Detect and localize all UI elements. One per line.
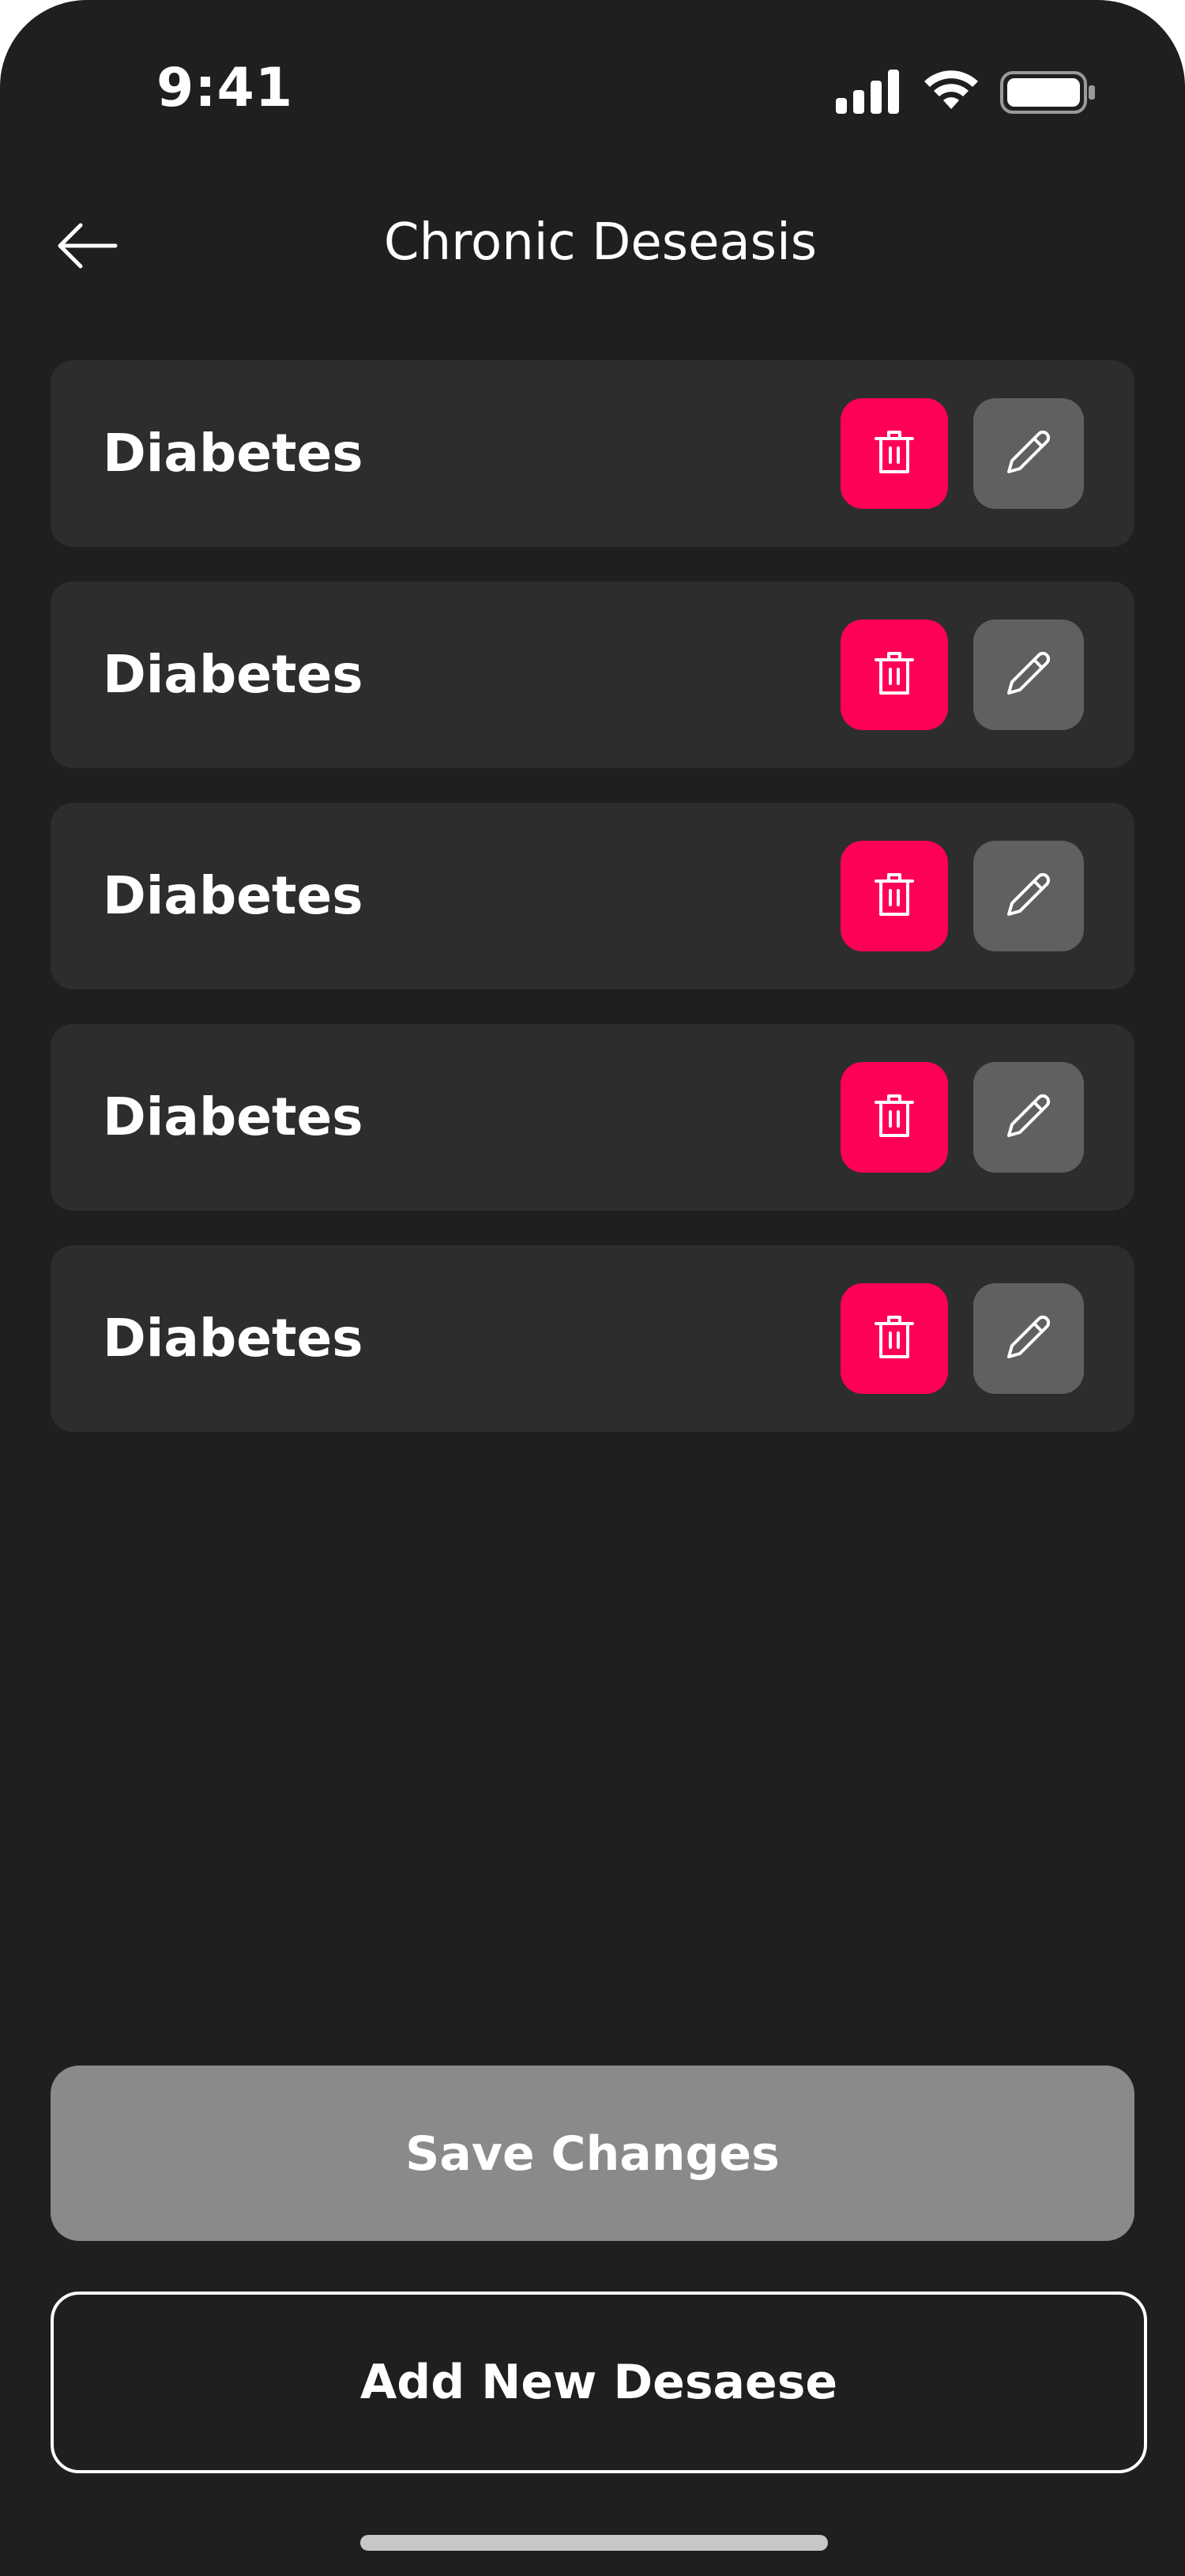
- wifi-icon: [921, 70, 981, 117]
- delete-button[interactable]: [841, 398, 948, 509]
- delete-button[interactable]: [841, 620, 948, 730]
- trash-icon: [873, 650, 916, 699]
- disease-name: Diabetes: [103, 1087, 363, 1147]
- pencil-icon: [1003, 868, 1055, 924]
- disease-name: Diabetes: [103, 1308, 363, 1369]
- disease-name: Diabetes: [103, 644, 363, 705]
- pencil-icon: [1003, 1311, 1055, 1366]
- disease-card: Diabetes: [51, 582, 1134, 768]
- disease-card: Diabetes: [51, 1245, 1134, 1432]
- trash-icon: [873, 1314, 916, 1363]
- delete-button[interactable]: [841, 841, 948, 951]
- phone-screen: 9:41 Chronic Deseasis Diabetes Diabetes …: [0, 0, 1185, 2576]
- edit-button[interactable]: [973, 620, 1084, 730]
- cellular-signal-icon: [836, 70, 901, 117]
- save-changes-button[interactable]: Save Changes: [51, 2066, 1134, 2241]
- disease-card: Diabetes: [51, 1024, 1134, 1211]
- disease-list: Diabetes Diabetes Diabetes Diabetes Diab…: [51, 360, 1134, 1467]
- delete-button[interactable]: [841, 1283, 948, 1394]
- delete-button[interactable]: [841, 1062, 948, 1173]
- disease-name: Diabetes: [103, 423, 363, 484]
- edit-button[interactable]: [973, 1283, 1084, 1394]
- disease-card: Diabetes: [51, 360, 1134, 547]
- page-title: Chronic Deseasis: [383, 213, 818, 272]
- disease-name: Diabetes: [103, 865, 363, 926]
- edit-button[interactable]: [973, 841, 1084, 951]
- battery-icon: [1000, 71, 1097, 117]
- pencil-icon: [1003, 426, 1055, 481]
- pencil-icon: [1003, 647, 1055, 702]
- trash-icon: [873, 1093, 916, 1142]
- edit-button[interactable]: [973, 1062, 1084, 1173]
- edit-button[interactable]: [973, 398, 1084, 509]
- trash-icon: [873, 872, 916, 921]
- disease-card: Diabetes: [51, 803, 1134, 989]
- status-icons: [836, 70, 1097, 117]
- status-bar: 9:41: [0, 0, 1185, 158]
- status-time: 9:41: [156, 57, 294, 119]
- home-indicator: [360, 2535, 828, 2551]
- trash-icon: [873, 429, 916, 478]
- pencil-icon: [1003, 1090, 1055, 1145]
- header: Chronic Deseasis: [0, 198, 1185, 292]
- add-new-disease-button[interactable]: Add New Desaese: [51, 2292, 1147, 2473]
